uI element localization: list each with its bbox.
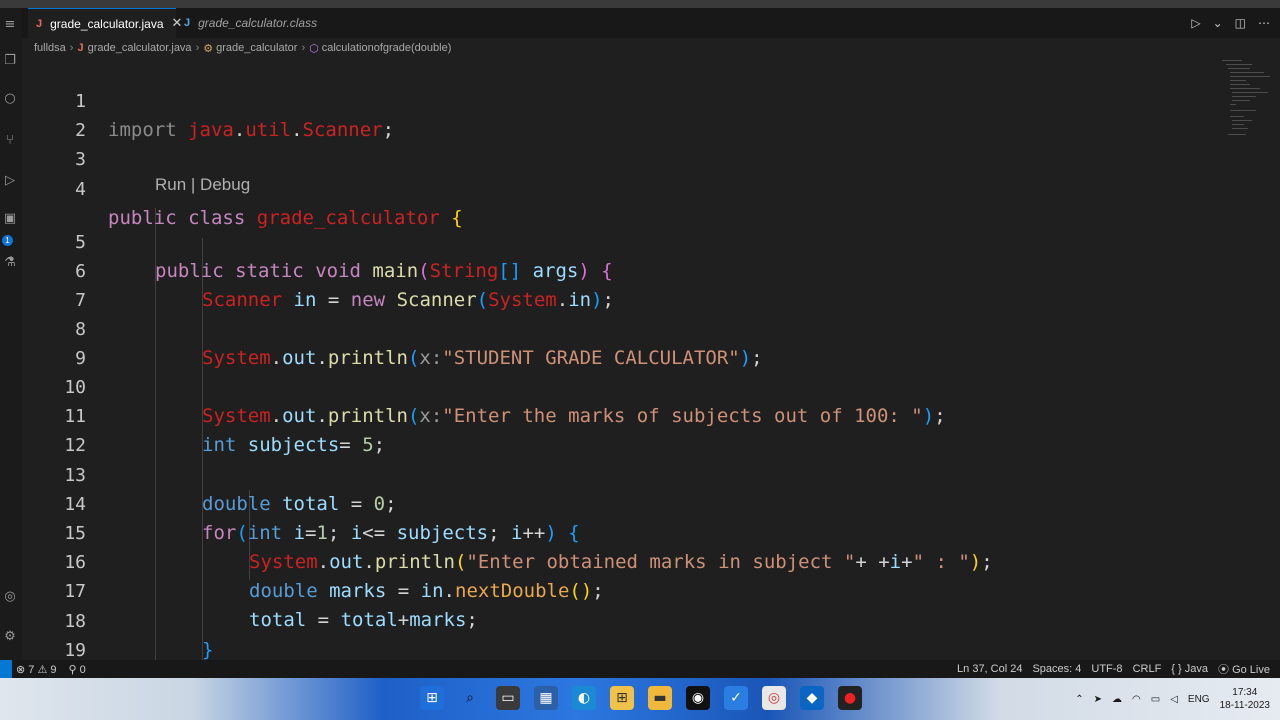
code-line: 19 bbox=[22, 607, 86, 660]
store-icon[interactable]: ⊞ bbox=[610, 686, 634, 710]
cursor-position[interactable]: Ln 37, Col 24 bbox=[957, 663, 1022, 675]
java-file-icon: J bbox=[77, 42, 84, 54]
battery-icon[interactable]: ▭ bbox=[1151, 694, 1160, 705]
broadcast-icon: ⦿ bbox=[1218, 664, 1230, 676]
code-line: 2 bbox=[22, 87, 86, 141]
github-desktop-icon[interactable]: ◉ bbox=[686, 686, 710, 710]
tab-grade-calculator-java[interactable]: J grade_calculator.java ✕ bbox=[28, 8, 182, 38]
chevron-right-icon: › bbox=[69, 42, 74, 54]
chevron-right-icon: › bbox=[195, 42, 200, 54]
explorer-icon[interactable]: ❐ bbox=[3, 54, 17, 68]
vscode-icon[interactable]: ◆ bbox=[800, 686, 824, 710]
java-file-icon: J bbox=[36, 17, 43, 30]
activity-bar: ≡ ❐ ○ ⑂ ▷ ▣ 1 ⚗ ◎ ⚙ bbox=[0, 8, 22, 660]
code-line: 12 bbox=[22, 402, 86, 456]
code-line: 20 double avgpercentage = total/subjects… bbox=[22, 636, 68, 660]
minimap[interactable] bbox=[1222, 60, 1272, 140]
tab-label: grade_calculator.java bbox=[50, 16, 164, 31]
run-icon[interactable]: ▷ bbox=[1191, 16, 1200, 30]
edge-browser-icon[interactable]: ◐ bbox=[572, 686, 596, 710]
code-line: 13 double total = 0; bbox=[22, 432, 396, 515]
code-line: 8 System.out.println(x:"STUDENT GRADE CA… bbox=[22, 286, 762, 369]
end-of-line[interactable]: CRLF bbox=[1133, 663, 1162, 675]
menu-icon[interactable]: ≡ bbox=[3, 18, 17, 32]
wifi-icon[interactable]: ◠ bbox=[1132, 694, 1141, 705]
tab-grade-calculator-class[interactable]: J grade_calculator.class bbox=[176, 8, 332, 38]
volume-icon[interactable]: ◁ bbox=[1170, 694, 1178, 705]
code-line: 9 bbox=[22, 315, 86, 369]
warning-icon: ⚠ bbox=[37, 663, 48, 676]
error-icon: ⊗ bbox=[16, 663, 26, 676]
windows-start-icon[interactable]: ⊞ bbox=[420, 686, 444, 710]
system-tray: ⌃ ➤ ☁ ◠ ▭ ◁ ENG 17:34 18-11-2023 bbox=[1075, 678, 1270, 720]
cloud-icon[interactable]: ☁ bbox=[1112, 694, 1122, 705]
code-line: 3 bbox=[22, 116, 86, 170]
extensions-badge: 1 bbox=[2, 235, 13, 246]
more-actions-icon[interactable]: ⋯ bbox=[1258, 16, 1270, 30]
code-line: 14 for(int i=1; i<= subjects; i++) { bbox=[22, 461, 579, 544]
chevron-up-icon[interactable]: ⌃ bbox=[1075, 694, 1083, 705]
chrome-icon[interactable]: ◎ bbox=[762, 686, 786, 710]
code-line: 16 double marks = in.nextDouble(); bbox=[22, 519, 603, 602]
settings-gear-icon[interactable]: ⚙ bbox=[3, 630, 17, 644]
search-icon[interactable]: ⌕ bbox=[458, 686, 482, 710]
status-bar: ⊗ 7 ⚠ 9 ⚲ 0 Ln 37, Col 24 Spaces: 4 UTF-… bbox=[0, 660, 1280, 678]
breadcrumb-file[interactable]: grade_calculator.java bbox=[88, 42, 192, 54]
widgets-icon[interactable]: ▦ bbox=[534, 686, 558, 710]
go-live-button[interactable]: ⦿ Go Live bbox=[1218, 661, 1270, 677]
location-icon[interactable]: ➤ bbox=[1094, 694, 1102, 705]
codelens-run-debug[interactable]: Run | Debug bbox=[155, 175, 250, 195]
ports-icon: ⚲ bbox=[68, 663, 77, 676]
code-line: 7 bbox=[22, 257, 86, 311]
code-line: 1 import java.util.Scanner; bbox=[22, 58, 394, 141]
java-class-file-icon: J bbox=[184, 17, 191, 29]
search-icon[interactable]: ○ bbox=[3, 92, 17, 106]
code-line: 6 Scanner in = new Scanner(System.in); bbox=[22, 228, 614, 311]
problems-indicator[interactable]: ⊗ 7 ⚠ 9 bbox=[16, 663, 57, 676]
encoding[interactable]: UTF-8 bbox=[1091, 663, 1122, 675]
method-icon: ⬡ bbox=[309, 41, 319, 55]
code-line: 18 } bbox=[22, 578, 213, 660]
windows-taskbar: ⊞ ⌕ ▭ ▦ ◐ ⊞ ▬ ◉ ✓ ◎ ◆ ● ⌃ ➤ ☁ ◠ ▭ ◁ ENG … bbox=[0, 678, 1280, 720]
editor-actions: ▷ ⌄ ◫ ⋯ bbox=[1191, 8, 1270, 38]
source-control-icon[interactable]: ⑂ bbox=[3, 134, 17, 148]
ports-indicator[interactable]: ⚲ 0 bbox=[69, 663, 86, 676]
window-top-edge bbox=[0, 0, 1280, 8]
breadcrumb: fulldsa › J grade_calculator.java › ⚙ gr… bbox=[34, 40, 451, 56]
code-editor[interactable]: Run | Debug 1 import java.util.Scanner; … bbox=[22, 58, 1280, 660]
account-icon[interactable]: ◎ bbox=[3, 590, 17, 604]
remote-indicator[interactable] bbox=[0, 660, 12, 678]
task-view-icon[interactable]: ▭ bbox=[496, 686, 520, 710]
record-icon[interactable]: ● bbox=[838, 686, 862, 710]
code-line: 5 public static void main(String[] args)… bbox=[22, 199, 613, 282]
todo-icon[interactable]: ✓ bbox=[724, 686, 748, 710]
split-editor-icon[interactable]: ◫ bbox=[1235, 16, 1246, 30]
testing-icon[interactable]: ⚗ bbox=[3, 256, 17, 270]
chevron-right-icon: › bbox=[301, 42, 306, 54]
chevron-down-icon[interactable]: ⌄ bbox=[1213, 16, 1223, 30]
run-debug-icon[interactable]: ▷ bbox=[3, 174, 17, 188]
editor-tab-bar: J grade_calculator.java ✕ J grade_calcul… bbox=[22, 8, 1280, 38]
clock[interactable]: 17:34 18-11-2023 bbox=[1220, 686, 1270, 712]
tab-label: grade_calculator.class bbox=[198, 16, 318, 30]
breadcrumb-folder[interactable]: fulldsa bbox=[34, 42, 66, 54]
code-line: 4 public class grade_calculator { bbox=[22, 146, 463, 229]
breadcrumb-method[interactable]: calculationofgrade(double) bbox=[322, 42, 452, 54]
class-icon: ⚙ bbox=[203, 41, 214, 55]
code-line: 17 total = total+marks; bbox=[22, 548, 478, 631]
extensions-icon[interactable]: ▣ bbox=[3, 212, 17, 226]
language-indicator[interactable]: ENG bbox=[1188, 694, 1210, 705]
code-line: 11 int subjects= 5; bbox=[22, 373, 385, 456]
file-explorer-icon[interactable]: ▬ bbox=[648, 686, 672, 710]
code-line: 10 System.out.println(x:"Enter the marks… bbox=[22, 344, 945, 427]
indentation[interactable]: Spaces: 4 bbox=[1032, 663, 1081, 675]
breadcrumb-class[interactable]: grade_calculator bbox=[216, 42, 297, 54]
language-mode[interactable]: { } Java bbox=[1171, 663, 1208, 675]
code-line: 15 System.out.println("Enter obtained ma… bbox=[22, 490, 992, 573]
